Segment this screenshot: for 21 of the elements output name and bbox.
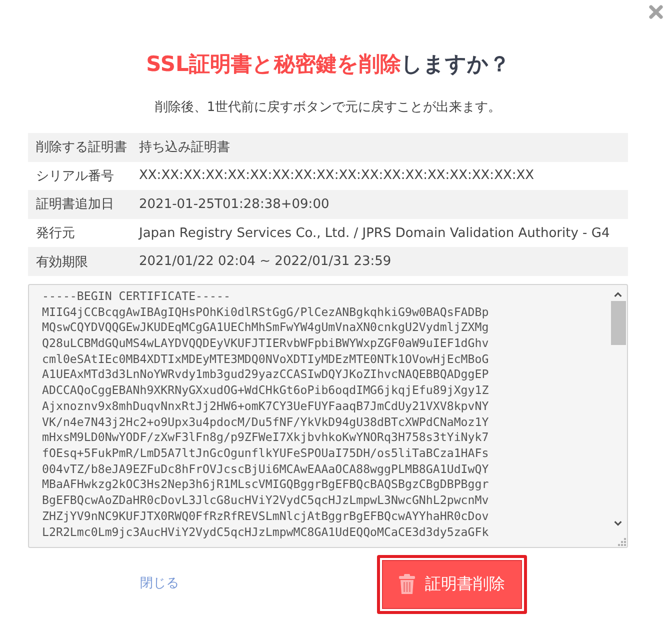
trash-icon <box>399 574 415 594</box>
detail-value: XX:XX:XX:XX:XX:XX:XX:XX:XX:XX:XX:XX:XX:XX:XX:XX:XX:XX <box>139 168 534 184</box>
detail-value: 2021/01/22 02:04 ~ 2022/01/31 23:59 <box>139 254 392 270</box>
detail-label: シリアル番号 <box>35 168 114 185</box>
detail-value: 持ち込み証明書 <box>139 139 230 156</box>
caret-up-icon[interactable] <box>614 292 622 297</box>
dialog-message: 削除後、1世代前に戻すボタンで元に戻すことが出来ます。 <box>154 99 502 117</box>
detail-label: 発行元 <box>35 225 75 242</box>
scrollbar-thumb[interactable] <box>611 300 626 345</box>
dialog-title: SSL証明書と秘密鍵を削除しますか？ <box>146 51 510 78</box>
detail-value: 2021-01-25T01:28:38+09:00 <box>139 196 330 212</box>
delete-certificate-button[interactable]: 証明書削除 <box>377 554 527 614</box>
detail-value: Japan Registry Services Co., Ltd. / JPRS Domain Validation Authority - G4 <box>139 226 610 241</box>
detail-label: 有効期限 <box>35 254 88 271</box>
close-icon[interactable] <box>649 5 663 19</box>
caret-down-icon[interactable] <box>614 520 622 526</box>
close-link[interactable]: 閉じる <box>140 575 179 594</box>
certificate-field[interactable]: -----BEGIN CERTIFICATE----- MIIG4jCCBcqgAwIBAgIQHsPOhKi0dlRStGgG/PlCezANBgkqhkiG9w0BAQsFADBp MQswCQYDVQQGEwJKUDEqMCgGA1UEChMhSmFwYW4gUmVnaXN0cnkgU2VydmljZXMg Q28uLCBMdGQuMS4wLAYDVQQDEyVKUFJTIERvbWFpbiBWYWxpZGF0aW9uIEF1dGhv cml0eSAtIEc0MB4XDTIxMDEyMTE3MDQ0NVoXDTIyMDEzMTE0NTk1OVowHjEcMBoG A1UEAxMTd3d3LnNoYWRvdy1mb3gud29yazCCASIwDQYJKoZIhvcNAQEBBQADggEP ADCCAQoCggEBANh9XKRNyGXxudOG+WdCHkGt6oPib6oqdIMG6jkqjEfu89jXgy1Z Ajxnoznv9x8mhDuqvNnxRtJj2HW6+omK7CY3UeFUYFaaqB7JmCdUy21VXV8kpvNY VK/n4e7N43j2Hc2+o9Upx3u4pdocM/Du5fNF/YkVkD94gU38dBTcXWPdCNaMoz1Y mHxsM9LD0NwYODF/zXwF3lFn8g/p9ZFWeI7XkjbvhkoKwYNORq3H758s3tYiNyk7 fOEsq+5FukPmR/LmD5A7ltJnGcOgunflkYUFeSPOUaI75DH/os5liTaBCza1HAFs 004vTZ/b8eJA9EZFuDc8hFrOVJcscBjUi6MCAwEAAaOCA88wggPLMB8GA1UdIwQY MBaAFHwkzg2kOC3Hs2Nep3h6jR1MLscVMIGQBggrBgEFBQcBAQSBgzCBgDBPBggr BgEFBQcwAoZDaHR0cDovL3JlcG8ucHViY2VydC5qcHJzLmpwL3NwcGNhL2pwcnMv ZHZjYV9nNC9KUFJTX0RWQ0FfRzRfREVSLmNlcjAtBggrBgEFBQcwAYYhaHR0cDov L2R2Lmc0Lm9jc3AucHViY2VydC5qcHJzLmpwMC8GA1UdEQQoMCaCE3d3dy5zaGFk <box>28 284 628 548</box>
detail-label: 証明書追加日 <box>35 196 114 214</box>
detail-label: 削除する証明書 <box>35 139 127 156</box>
resize-grip-icon[interactable] <box>618 538 626 546</box>
